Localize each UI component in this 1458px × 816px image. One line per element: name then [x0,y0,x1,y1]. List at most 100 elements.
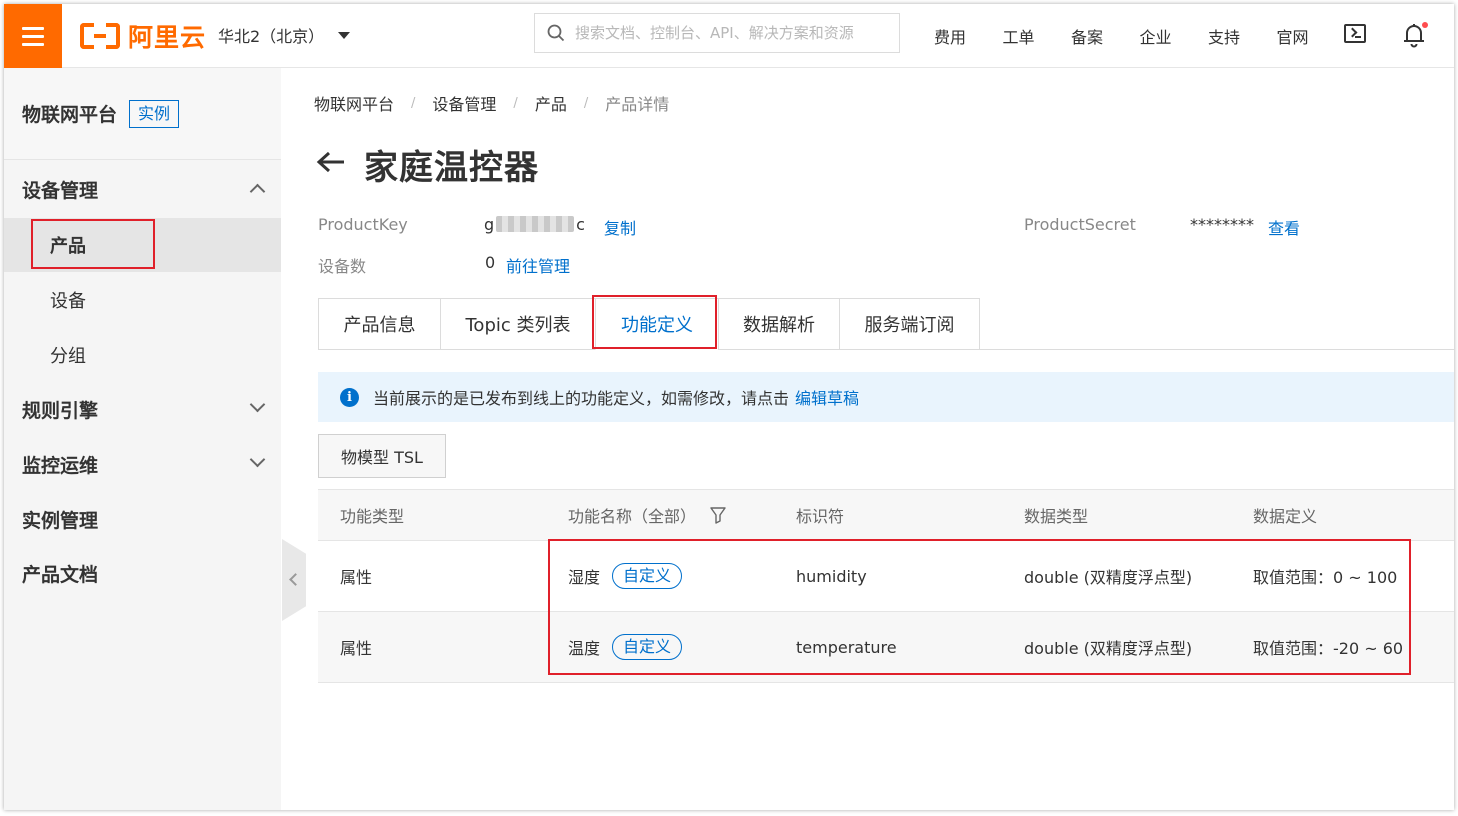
nav-tickets[interactable]: 工单 [1003,24,1072,48]
product-key-end: c [576,215,585,234]
product-secret-value: ******** [1190,215,1254,234]
notification-dot [1422,22,1428,28]
cloud-shell-icon[interactable] [1344,24,1366,43]
back-arrow-icon[interactable] [316,150,346,174]
tab-product-info[interactable]: 产品信息 [318,298,440,350]
tab-feature-definition[interactable]: 功能定义 [595,298,718,350]
column-header-type: 功能类型 [340,507,405,526]
column-header-name[interactable]: 功能名称（全部） [568,490,726,540]
cell-type: 属性 [340,568,373,587]
sidebar-group-instance-management[interactable]: 实例管理 [4,492,281,546]
product-key-label: ProductKey [318,215,408,234]
device-count-label: 设备数 [318,257,367,276]
product-key-value: gc [484,215,585,234]
chevron-down-icon [249,451,266,468]
top-bar: 阿里云 华北2（北京） 费用 工单 备案 企业 支持 官网 [4,4,1454,68]
sidebar-group-device-management[interactable]: 设备管理 [4,162,281,216]
sidebar-item-label: 设备 [50,291,86,312]
sidebar-item-group[interactable]: 分组 [4,328,281,382]
tab-server-subscription[interactable]: 服务端订阅 [839,298,980,350]
feature-table: 功能类型 功能名称（全部） 标识符 数据类型 数据定义 属性 湿度 自定义 hu… [318,489,1454,683]
logo-text: 阿里云 [128,23,207,52]
page-title: 家庭温控器 [364,148,539,188]
tab-topic-list[interactable]: Topic 类列表 [440,298,595,350]
sidebar-group-label: 设备管理 [22,179,99,202]
column-header-name-label: 功能名称（全部） [568,507,697,526]
sidebar-collapse-handle[interactable] [282,539,306,621]
filter-icon[interactable] [710,506,726,524]
global-search[interactable] [534,13,900,53]
menu-line [22,26,44,30]
cell-name: 湿度 自定义 [568,541,683,611]
breadcrumb-device-management[interactable]: 设备管理 [432,91,496,115]
breadcrumb-separator: / [513,95,518,111]
instance-badge[interactable]: 实例 [129,99,180,128]
info-notice: i 当前展示的是已发布到线上的功能定义，如需修改，请点击 编辑草稿 [318,372,1454,422]
breadcrumb: 物联网平台 / 设备管理 / 产品 / 产品详情 [314,91,669,115]
sidebar-item-label: 分组 [50,346,86,367]
sidebar-group-rule-engine[interactable]: 规则引擎 [4,382,281,436]
notification-bell-icon[interactable] [1402,22,1428,48]
nav-enterprise[interactable]: 企业 [1140,24,1209,48]
custom-tag: 自定义 [612,634,683,660]
nav-website[interactable]: 官网 [1277,24,1346,48]
cell-name: 温度 自定义 [568,612,683,682]
column-header-data-type: 数据类型 [1024,507,1089,526]
sidebar: 物联网平台 实例 设备管理 产品 设备 分组 规则引擎 监控运维 实例管理 产品… [4,68,281,810]
menu-line [22,42,44,46]
cell-type: 属性 [340,639,373,658]
column-header-identifier: 标识符 [796,507,845,526]
sidebar-group-product-docs[interactable]: 产品文档 [4,546,281,600]
console-window: 阿里云 华北2（北京） 费用 工单 备案 企业 支持 官网 物联网平台 实例 [4,4,1454,810]
custom-tag: 自定义 [612,563,683,589]
sidebar-header: 物联网平台 实例 [4,68,281,160]
cell-data-type: double (双精度浮点型) [1024,639,1193,658]
info-icon: i [340,387,359,407]
cell-data-type: double (双精度浮点型) [1024,568,1193,587]
hamburger-menu-button[interactable] [4,4,62,68]
view-secret-link[interactable]: 查看 [1268,215,1300,239]
main-content: 物联网平台 / 设备管理 / 产品 / 产品详情 家庭温控器 ProductKe… [314,68,1454,810]
aliyun-logo[interactable]: 阿里云 [80,20,206,52]
region-label: 华北2（北京） [218,27,325,46]
nav-icp[interactable]: 备案 [1071,24,1140,48]
product-key-start: g [484,215,495,234]
breadcrumb-separator: / [583,95,589,111]
search-input[interactable] [575,24,885,42]
tsl-model-button[interactable]: 物模型 TSL [318,434,446,478]
breadcrumb-separator: / [411,95,416,111]
sidebar-group-label: 产品文档 [22,563,99,586]
notice-text: 当前展示的是已发布到线上的功能定义，如需修改，请点击 [373,389,790,408]
nav-support[interactable]: 支持 [1208,24,1277,48]
copy-key-link[interactable]: 复制 [604,215,636,239]
breadcrumb-iot-platform[interactable]: 物联网平台 [314,91,394,115]
table-row: 属性 温度 自定义 temperature double (双精度浮点型) 取值… [318,612,1454,683]
aliyun-logo-icon [80,23,120,49]
top-nav: 费用 工单 备案 企业 支持 官网 [934,24,1345,48]
sidebar-group-label: 实例管理 [22,509,99,532]
chevron-down-icon [249,396,266,413]
breadcrumb-product[interactable]: 产品 [535,91,567,115]
tab-data-parsing[interactable]: 数据解析 [718,298,839,350]
chevron-up-icon [249,183,266,200]
masked-key-block [496,216,575,232]
feature-name: 温度 [568,639,601,658]
table-row: 属性 湿度 自定义 humidity double (双精度浮点型) 取值范围：… [318,541,1454,612]
sidebar-item-product[interactable]: 产品 [4,218,281,272]
manage-devices-link[interactable]: 前往管理 [506,253,570,277]
search-icon [547,24,565,42]
table-header: 功能类型 功能名称（全部） 标识符 数据类型 数据定义 [318,489,1454,541]
product-tabs: 产品信息 Topic 类列表 功能定义 数据解析 服务端订阅 [318,298,1454,350]
sidebar-title: 物联网平台 [22,104,118,126]
region-selector[interactable]: 华北2（北京） [218,23,351,47]
sidebar-item-device[interactable]: 设备 [4,273,281,327]
caret-down-icon [338,31,351,39]
sidebar-item-label: 产品 [50,236,86,257]
breadcrumb-product-detail: 产品详情 [605,95,670,114]
sidebar-group-monitoring[interactable]: 监控运维 [4,437,281,491]
edit-draft-link[interactable]: 编辑草稿 [795,385,859,409]
cell-data-definition: 取值范围：-20 ~ 60 [1253,639,1404,658]
nav-fees[interactable]: 费用 [934,24,1003,48]
product-secret-label: ProductSecret [1024,215,1136,234]
cell-identifier: temperature [796,637,897,657]
